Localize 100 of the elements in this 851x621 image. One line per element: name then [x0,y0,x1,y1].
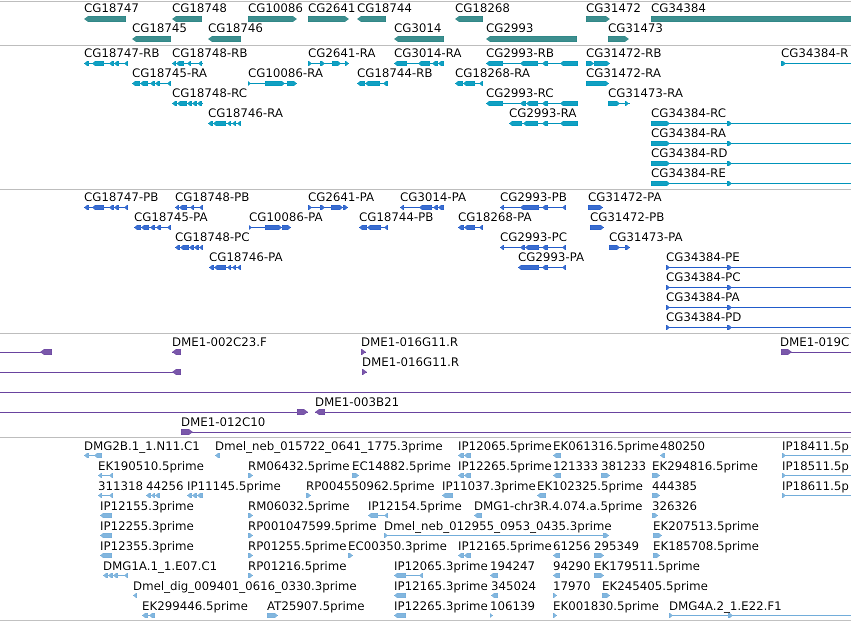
protein-glyph[interactable] [666,285,851,290]
est-glyph[interactable] [248,553,253,558]
protein-glyph[interactable] [400,205,444,210]
gene-bar[interactable] [608,36,629,42]
transcript-glyph[interactable] [781,61,851,66]
est-glyph[interactable] [652,493,660,498]
transcript-glyph[interactable] [586,61,610,66]
gene-bar[interactable] [132,36,171,42]
est-glyph[interactable] [100,553,112,558]
gene-bar[interactable] [357,16,386,22]
transcript-glyph[interactable] [651,161,851,166]
est-glyph[interactable] [98,473,113,478]
protein-glyph[interactable] [666,305,851,310]
est-glyph[interactable] [394,613,406,618]
est-glyph[interactable] [553,453,561,458]
clone-glyph[interactable] [0,369,181,375]
est-glyph[interactable] [537,493,546,498]
est-glyph[interactable] [652,513,658,518]
est-glyph[interactable] [553,553,560,558]
transcript-glyph[interactable] [455,81,483,86]
est-glyph[interactable] [490,613,493,618]
transcript-glyph[interactable] [172,61,203,66]
gene-bar[interactable] [486,36,577,42]
est-glyph[interactable] [103,573,128,578]
clone-glyph[interactable] [0,349,52,355]
est-glyph[interactable] [442,493,453,498]
est-glyph[interactable] [348,553,353,558]
est-glyph[interactable] [142,613,155,618]
est-glyph[interactable] [248,513,253,518]
est-glyph[interactable] [267,613,278,618]
protein-glyph[interactable] [134,225,171,230]
clone-glyph[interactable] [781,349,851,355]
est-glyph[interactable] [652,473,660,478]
gene-bar[interactable] [172,16,202,22]
protein-glyph[interactable] [500,205,566,210]
protein-glyph[interactable] [666,265,851,270]
transcript-glyph[interactable] [509,121,578,126]
protein-glyph[interactable] [175,245,203,250]
clone-glyph[interactable] [361,349,366,355]
est-glyph[interactable] [146,493,160,498]
gene-bar[interactable] [84,16,126,22]
protein-glyph[interactable] [359,225,388,230]
transcript-glyph[interactable] [132,81,171,86]
gene-bar[interactable] [586,16,610,22]
gene-bar[interactable] [455,16,483,22]
est-glyph[interactable] [352,473,359,478]
est-glyph[interactable] [653,533,662,538]
protein-glyph[interactable] [209,265,241,270]
est-glyph[interactable] [602,593,610,598]
transcript-glyph[interactable] [486,101,578,106]
protein-glyph[interactable] [590,225,604,230]
transcript-glyph[interactable] [357,81,388,86]
transcript-glyph[interactable] [84,61,128,66]
transcript-glyph[interactable] [172,101,203,106]
est-glyph[interactable] [384,533,609,538]
transcript-glyph[interactable] [208,121,241,126]
gene-bar[interactable] [248,16,297,22]
est-glyph[interactable] [491,593,498,598]
clone-glyph[interactable] [0,409,308,415]
gene-bar[interactable] [308,16,349,22]
est-glyph[interactable] [669,613,851,618]
est-glyph[interactable] [215,453,220,458]
est-glyph[interactable] [653,553,660,558]
clone-glyph[interactable] [0,389,851,395]
clone-glyph[interactable] [181,429,851,435]
transcript-glyph[interactable] [394,61,444,66]
protein-glyph[interactable] [458,225,483,230]
protein-glyph[interactable] [175,205,203,210]
est-glyph[interactable] [490,573,498,578]
clone-glyph[interactable] [315,409,851,415]
est-glyph[interactable] [594,573,604,578]
est-glyph[interactable] [553,473,561,478]
est-glyph[interactable] [368,513,388,518]
est-glyph[interactable] [782,493,851,498]
est-glyph[interactable] [306,493,311,498]
transcript-glyph[interactable] [248,81,297,86]
est-glyph[interactable] [84,453,102,458]
est-glyph[interactable] [474,513,482,518]
est-glyph[interactable] [98,493,113,498]
est-glyph[interactable] [660,453,665,458]
est-glyph[interactable] [100,513,112,518]
protein-glyph[interactable] [666,325,851,330]
gene-bar[interactable] [208,36,241,42]
est-glyph[interactable] [782,453,851,458]
est-glyph[interactable] [553,613,557,618]
est-glyph[interactable] [594,553,604,558]
est-glyph[interactable] [248,533,253,538]
est-glyph[interactable] [248,573,253,578]
est-glyph[interactable] [100,533,112,538]
protein-glyph[interactable] [588,205,603,210]
transcript-glyph[interactable] [608,101,630,106]
protein-glyph[interactable] [308,205,348,210]
est-glyph[interactable] [394,593,406,598]
gene-bar[interactable] [394,36,444,42]
est-glyph[interactable] [553,593,557,598]
est-glyph[interactable] [458,453,471,458]
transcript-glyph[interactable] [486,61,578,66]
est-glyph[interactable] [133,593,137,598]
protein-glyph[interactable] [609,245,630,250]
protein-glyph[interactable] [518,265,566,270]
